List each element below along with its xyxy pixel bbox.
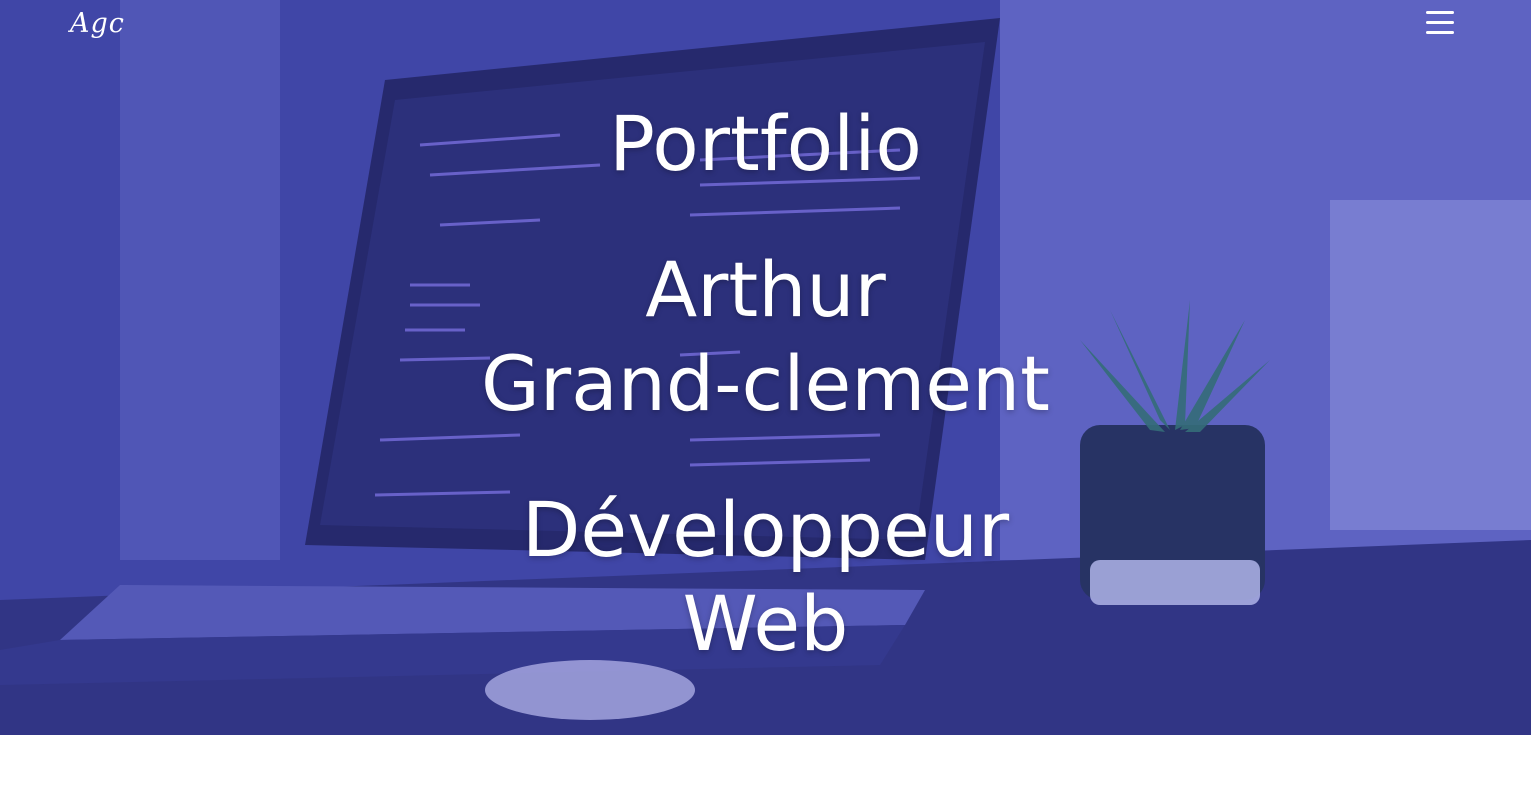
hero-title: Portfolio [0,97,1531,191]
hero-name-line-1: Arthur [645,245,886,334]
hero-name: Arthur Grand-clement [0,243,1531,431]
site-logo[interactable]: Agc [70,8,125,39]
hero-role: Développeur Web [0,483,1531,671]
hero-role-line-1: Développeur [521,485,1010,574]
hero-title-text: Portfolio [609,99,922,188]
content-area [0,735,1531,793]
hero-role-line-2: Web [682,579,849,668]
hero-section: Agc Portfolio Arthur Grand-clement Dével… [0,0,1531,735]
hamburger-menu-icon[interactable] [1424,8,1456,38]
hero-name-line-2: Grand-clement [481,339,1050,428]
